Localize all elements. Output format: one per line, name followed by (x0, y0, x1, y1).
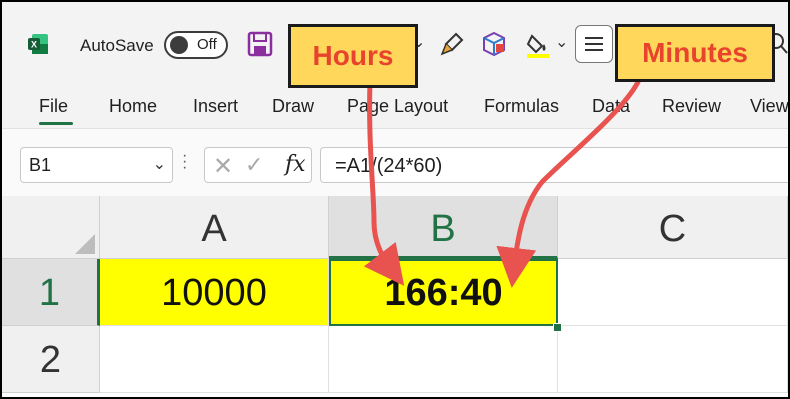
cell-c2[interactable] (558, 326, 788, 393)
tab-insert[interactable]: Insert (193, 96, 238, 117)
cancel-icon[interactable]: ✕ (213, 152, 233, 181)
minutes-callout: Minutes (615, 24, 775, 82)
column-header-a[interactable]: A (100, 196, 329, 259)
cell-a1[interactable]: 10000 (100, 259, 329, 326)
formula-bar: B1 ⌄ · · · ✕ ✓ fx =A1/(24*60) (2, 129, 788, 193)
tab-home[interactable]: Home (109, 96, 157, 117)
name-box[interactable]: B1 ⌄ (20, 147, 173, 183)
worksheet-grid: A B C 1 2 10000 166:40 (2, 196, 788, 397)
excel-logo-icon: X (28, 34, 48, 54)
active-tab-indicator (39, 122, 73, 125)
tab-draw[interactable]: Draw (272, 96, 314, 117)
select-all-corner[interactable] (2, 196, 100, 259)
hours-callout: Hours (288, 24, 418, 88)
enter-icon[interactable]: ✓ (245, 152, 263, 178)
excel-window: X AutoSave Off ⌄ ⌄ File Home Insert Draw… (0, 0, 790, 399)
tab-view[interactable]: View (750, 96, 788, 117)
ribbon-tabs: File Home Insert Draw Page Layout Formul… (2, 86, 788, 129)
fill-color-icon[interactable] (524, 30, 552, 58)
format-painter-icon[interactable] (438, 30, 466, 58)
cell-c1[interactable] (558, 259, 788, 326)
chevron-down-icon[interactable]: ⌄ (555, 32, 568, 52)
fill-handle[interactable] (553, 323, 562, 332)
formula-text: =A1/(24*60) (335, 155, 443, 177)
chevron-down-icon[interactable]: ⌄ (153, 154, 166, 174)
cell-b2[interactable] (329, 326, 558, 393)
row-header-2[interactable]: 2 (2, 326, 100, 393)
column-header-c[interactable]: C (558, 196, 788, 259)
name-box-value: B1 (29, 155, 52, 175)
column-header-b[interactable]: B (329, 196, 558, 259)
formula-controls: ✕ ✓ fx (204, 147, 312, 183)
tab-formulas[interactable]: Formulas (484, 96, 559, 117)
select-all-triangle-icon (75, 234, 95, 254)
toggle-state-label: Off (197, 36, 217, 53)
toggle-knob (170, 36, 188, 54)
tab-review[interactable]: Review (662, 96, 721, 117)
more-options-icon[interactable]: · · · (182, 148, 187, 176)
formula-input[interactable]: =A1/(24*60) (320, 147, 788, 183)
row-header-1[interactable]: 1 (2, 259, 100, 326)
autosave-label: AutoSave (80, 36, 154, 55)
menu-icon[interactable] (575, 25, 613, 63)
tab-file[interactable]: File (39, 96, 68, 117)
cube-icon[interactable] (480, 30, 508, 58)
svg-text:X: X (31, 40, 37, 50)
insert-function-icon[interactable]: fx (285, 152, 306, 177)
tab-data[interactable]: Data (592, 96, 630, 117)
save-icon[interactable] (246, 30, 274, 58)
cell-a2[interactable] (100, 326, 329, 393)
cell-b1[interactable]: 166:40 (329, 259, 558, 326)
autosave-toggle[interactable]: Off (164, 31, 228, 59)
tab-page-layout[interactable]: Page Layout (347, 96, 448, 117)
